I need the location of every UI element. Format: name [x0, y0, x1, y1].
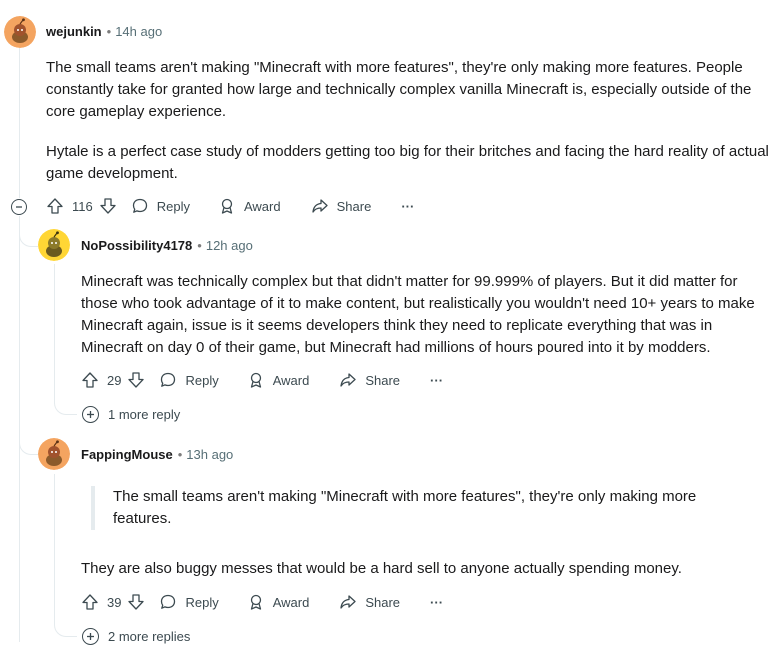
- comment-timestamp[interactable]: 12h ago: [206, 238, 253, 253]
- comment-paragraph: The small teams aren't making "Minecraft…: [46, 59, 752, 120]
- comment-action-bar: 29 Reply Award Share ···: [81, 368, 443, 392]
- snoo-avatar-icon: [38, 438, 70, 470]
- upvote-button[interactable]: [81, 371, 99, 389]
- overflow-dots-icon: ···: [430, 372, 444, 388]
- plus-circle-icon: [82, 628, 99, 645]
- upvote-button[interactable]: [46, 197, 64, 215]
- downvote-arrow-icon: [128, 594, 145, 610]
- reply-label: Reply: [156, 198, 190, 214]
- author-name[interactable]: NoPossibility4178: [81, 238, 192, 253]
- plus-circle-icon: [82, 406, 99, 423]
- more-options-button[interactable]: ···: [430, 373, 443, 388]
- share-label: Share: [336, 198, 372, 214]
- upvote-button[interactable]: [81, 593, 99, 611]
- downvote-button[interactable]: [127, 371, 145, 389]
- thread-line-main-lower: [19, 216, 20, 642]
- upvote-arrow-icon: [82, 594, 98, 610]
- thread-connector-more-1: [54, 392, 77, 415]
- comment-paragraph: They are also buggy messes that would be…: [81, 560, 682, 577]
- comment-timestamp[interactable]: 14h ago: [115, 24, 162, 39]
- award-button[interactable]: Award: [247, 593, 310, 611]
- share-arrow-icon: [340, 595, 356, 609]
- share-button[interactable]: Share: [311, 197, 372, 215]
- reply-label: Reply: [185, 594, 219, 610]
- separator-dot: •: [106, 24, 112, 39]
- more-replies-label: 1 more reply: [108, 407, 181, 422]
- reply-label: Reply: [185, 372, 219, 388]
- more-options-button[interactable]: ···: [401, 199, 414, 214]
- award-ribbon-icon: [250, 372, 261, 388]
- reply-button[interactable]: Reply: [131, 197, 190, 215]
- speech-bubble-icon: [161, 372, 176, 387]
- comment-paragraph: Hytale is a perfect case study of modder…: [46, 143, 769, 182]
- speech-bubble-icon: [132, 198, 147, 213]
- reply-button[interactable]: Reply: [159, 371, 219, 389]
- comment-meta: NoPossibility4178 • 12h ago: [81, 238, 253, 254]
- thread-connector-reply-2: [19, 430, 38, 455]
- downvote-arrow-icon: [100, 198, 116, 214]
- thread-line-reply-1: [54, 264, 55, 404]
- share-arrow-icon: [340, 373, 356, 387]
- share-label: Share: [365, 594, 401, 610]
- comment-timestamp[interactable]: 13h ago: [186, 447, 233, 462]
- share-arrow-icon: [311, 199, 328, 213]
- thread-connector-reply-1: [19, 222, 38, 247]
- avatar[interactable]: [38, 438, 70, 470]
- award-button[interactable]: Award: [218, 197, 281, 215]
- vote-count: 116: [72, 198, 93, 214]
- snoo-avatar-icon: [4, 16, 36, 48]
- author-name[interactable]: FappingMouse: [81, 447, 173, 462]
- award-ribbon-icon: [250, 594, 261, 610]
- reply-button[interactable]: Reply: [159, 593, 219, 611]
- more-replies-button[interactable]: 2 more replies: [82, 628, 190, 645]
- share-label: Share: [365, 372, 401, 388]
- upvote-arrow-icon: [82, 372, 98, 388]
- comment-paragraph: Minecraft was technically complex but th…: [81, 273, 755, 356]
- avatar[interactable]: [38, 229, 70, 261]
- more-replies-button[interactable]: 1 more reply: [82, 406, 180, 423]
- downvote-button[interactable]: [127, 593, 145, 611]
- collapse-button[interactable]: [11, 198, 27, 216]
- speech-bubble-icon: [161, 594, 176, 609]
- author-name[interactable]: wejunkin: [46, 24, 102, 39]
- comment-meta: wejunkin • 14h ago: [46, 24, 162, 40]
- separator-dot: •: [177, 447, 183, 462]
- more-options-button[interactable]: ···: [430, 595, 443, 610]
- thread-line-reply-2: [54, 474, 55, 614]
- upvote-arrow-icon: [47, 198, 63, 214]
- share-button[interactable]: Share: [339, 371, 400, 389]
- thread-line-main: [19, 48, 20, 198]
- comment-action-bar: 116 Reply Award Share ···: [46, 194, 414, 218]
- comment-meta: FappingMouse • 13h ago: [81, 447, 233, 463]
- award-label: Award: [243, 198, 281, 214]
- thread-connector-more-2: [54, 614, 77, 637]
- blockquote: The small teams aren't making "Minecraft…: [91, 486, 753, 530]
- share-button[interactable]: Share: [339, 593, 400, 611]
- award-label: Award: [272, 594, 310, 610]
- overflow-dots-icon: ···: [401, 198, 415, 214]
- vote-count: 39: [107, 594, 122, 610]
- avatar[interactable]: [4, 16, 36, 48]
- award-label: Award: [272, 372, 310, 388]
- vote-count: 29: [107, 372, 122, 388]
- overflow-dots-icon: ···: [430, 594, 444, 610]
- comment-action-bar: 39 Reply Award Share ···: [81, 590, 443, 614]
- downvote-arrow-icon: [128, 372, 145, 388]
- snoo-avatar-icon: [38, 229, 70, 261]
- separator-dot: •: [197, 238, 202, 253]
- award-button[interactable]: Award: [247, 371, 310, 389]
- award-ribbon-icon: [221, 198, 233, 214]
- minus-circle-icon: [11, 199, 27, 215]
- downvote-button[interactable]: [99, 197, 117, 215]
